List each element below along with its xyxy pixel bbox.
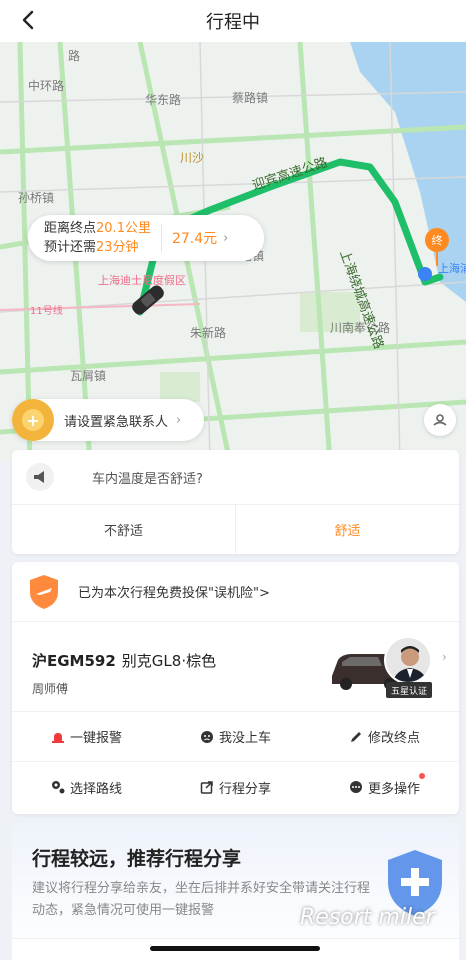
survey-question: 车内温度是否舒适? <box>92 471 203 487</box>
chevron-right-icon: › <box>442 650 447 664</box>
driver-card: 已为本次行程免费投保"误机险"> 沪EGM592 别克GL8·棕色 周师傅 五星认… <box>12 562 459 814</box>
action-grid: 一键报警 我没上车 修改终点 选择路线 行程分享 更多操作 <box>12 712 459 812</box>
route-icon <box>51 780 65 794</box>
shield-plane-icon <box>30 574 58 609</box>
map-label: 上海浦东国际机场 <box>438 261 466 275</box>
map-label: 华东路 <box>145 92 181 107</box>
emergency-contact-button[interactable]: + 请设置紧急联系人 › <box>12 399 204 441</box>
driver-name: 周师傅 <box>32 682 69 696</box>
more-actions-button[interactable]: 更多操作 <box>310 762 459 812</box>
more-icon <box>349 780 363 794</box>
action-label: 我没上车 <box>218 731 271 746</box>
home-indicator[interactable] <box>150 946 320 951</box>
pencil-icon <box>349 730 363 744</box>
license-plate: 沪EGM592 <box>32 652 116 670</box>
five-star-badge: 五星认证 <box>386 682 432 698</box>
driver-avatar[interactable] <box>384 636 432 684</box>
promo-title: 行程较远，推荐行程分享 <box>32 848 242 870</box>
survey-question-row: 车内温度是否舒适? <box>12 450 459 504</box>
edit-destination-button[interactable]: 修改终点 <box>310 712 459 762</box>
back-button[interactable] <box>14 6 42 34</box>
chevron-right-icon: › <box>176 412 182 428</box>
watermark: Resort miler <box>300 905 435 930</box>
share-trip-button[interactable]: 行程分享 <box>161 762 310 812</box>
temperature-survey-card: 车内温度是否舒适? 不舒适 舒适 <box>12 450 459 554</box>
end-marker-label: 终 <box>432 233 443 247</box>
map-label: 11号线 <box>30 304 63 317</box>
fare-price: 27.4元 <box>171 231 218 247</box>
plus-icon: + <box>12 399 54 441</box>
map-label: 蔡路镇 <box>232 90 268 105</box>
alarm-icon <box>51 730 65 744</box>
time-value: 23分钟 <box>96 240 139 255</box>
insurance-banner[interactable]: 已为本次行程免费投保"误机险"> <box>12 562 459 622</box>
airport-icon <box>418 267 432 281</box>
map-label: 中环路 <box>28 78 64 93</box>
top-bar: 行程中 <box>0 0 466 42</box>
comfortable-button[interactable]: 舒适 <box>236 505 459 554</box>
sad-face-icon <box>200 730 214 744</box>
not-comfortable-button[interactable]: 不舒适 <box>12 505 236 554</box>
action-label: 更多操作 <box>367 781 420 797</box>
emergency-contact-label: 请设置紧急联系人 <box>64 414 169 430</box>
one-tap-alarm-button[interactable]: 一键报警 <box>12 712 161 762</box>
map-label: 瓦屑镇 <box>70 369 106 383</box>
locate-icon <box>433 414 447 426</box>
megaphone-icon <box>26 463 54 491</box>
back-arrow-icon <box>22 10 34 30</box>
map-label: 川沙 <box>180 151 204 165</box>
map-label: 朱新路 <box>190 325 226 340</box>
share-icon <box>200 780 214 794</box>
time-prefix: 预计还需 <box>44 240 97 255</box>
distance-value: 20.1公里 <box>96 221 151 236</box>
notification-dot <box>419 773 425 779</box>
map-label: 上海迪士尼度假区 <box>98 273 186 287</box>
page-title: 行程中 <box>206 12 260 33</box>
distance-prefix: 距离终点 <box>44 221 97 236</box>
action-label: 一键报警 <box>69 731 122 746</box>
action-label: 行程分享 <box>218 781 271 797</box>
insurance-text: 已为本次行程免费投保"误机险"> <box>78 586 270 601</box>
choose-route-button[interactable]: 选择路线 <box>12 762 161 812</box>
chevron-right-icon: › <box>223 230 229 246</box>
eta-bubble[interactable]: 距离终点20.1公里 预计还需23分钟 27.4元 › <box>28 215 264 261</box>
map-label: 孙桥镇 <box>18 191 54 205</box>
locate-button[interactable] <box>424 404 456 436</box>
eta-info: 距离终点20.1公里 预计还需23分钟 <box>44 219 151 257</box>
action-label: 修改终点 <box>367 731 420 746</box>
car-model: 别克GL8·棕色 <box>121 652 217 670</box>
not-on-board-button[interactable]: 我没上车 <box>161 712 310 762</box>
map-label: 路 <box>68 48 80 63</box>
action-label: 选择路线 <box>69 781 122 797</box>
vehicle-info[interactable]: 沪EGM592 别克GL8·棕色 周师傅 五星认证 › <box>12 622 459 712</box>
divider <box>160 224 162 252</box>
